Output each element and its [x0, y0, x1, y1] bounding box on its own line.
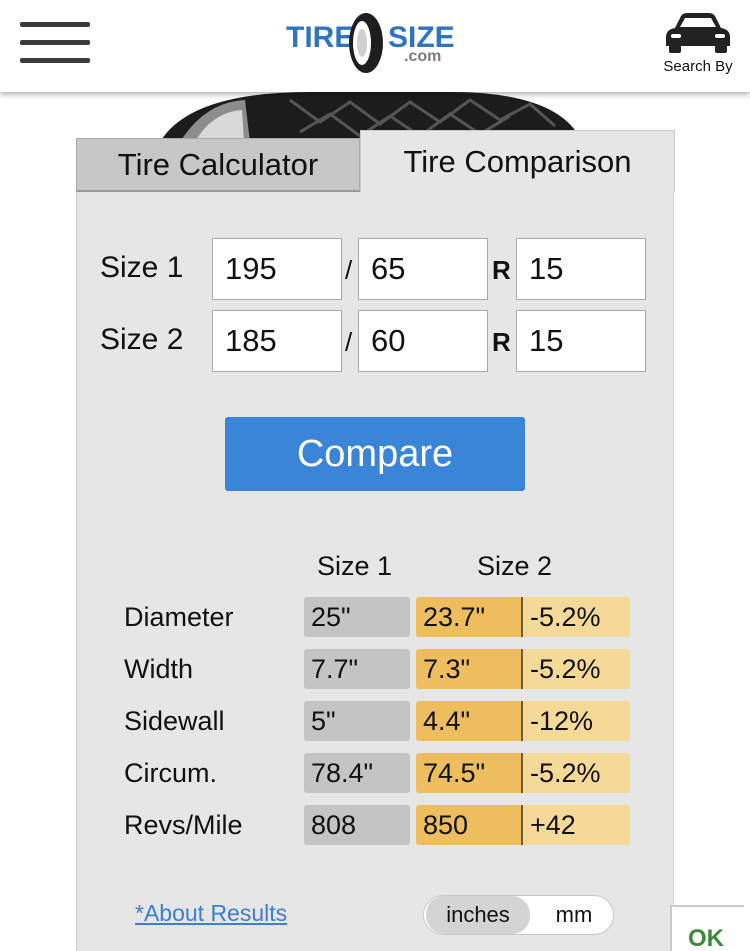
tiresize-logo[interactable]: TIRE SIZE .com [284, 10, 468, 76]
ok-button[interactable]: OK [670, 905, 744, 951]
size1-width-input[interactable] [212, 238, 342, 300]
result-sidewall-size1: 5" [304, 701, 410, 741]
result-width-size2: 7.3" [416, 649, 523, 689]
result-label-circumference: Circum. [124, 758, 217, 788]
size2-rim-input[interactable] [516, 310, 646, 372]
result-sidewall-size2: 4.4" [416, 701, 523, 741]
car-icon [666, 13, 730, 53]
size2-width-input[interactable] [212, 310, 342, 372]
unit-inches-option[interactable]: inches [426, 896, 530, 934]
compare-button[interactable]: Compare [225, 417, 525, 491]
result-label-sidewall: Sidewall [124, 706, 225, 736]
result-circumference-diff: -5.2% [523, 753, 630, 793]
tab-tire-calculator[interactable]: Tire Calculator [76, 138, 360, 192]
size1-r-label: R [492, 255, 511, 285]
result-width-size1: 7.7" [304, 649, 410, 689]
search-by-label: Search By [663, 58, 733, 75]
result-label-width: Width [124, 654, 194, 684]
tab-tire-comparison[interactable]: Tire Comparison [360, 130, 675, 192]
size2-ratio-input[interactable] [358, 310, 488, 372]
results-col-size2: Size 2 [477, 551, 553, 581]
result-width-diff: -5.2% [523, 649, 630, 689]
result-revs-size1: 808 [304, 805, 410, 845]
size1-label: Size 1 [100, 251, 184, 284]
result-sidewall-diff: -12% [523, 701, 630, 741]
size2-slash: / [345, 327, 353, 357]
app-header: TIRE SIZE .com Search By [0, 0, 750, 92]
size2-label: Size 2 [100, 323, 184, 356]
size2-r-label: R [492, 327, 511, 357]
result-diameter-size1: 25" [304, 597, 410, 637]
result-diameter-size2: 23.7" [416, 597, 523, 637]
result-revs-diff: +42 [523, 805, 630, 845]
result-circumference-size1: 78.4" [304, 753, 410, 793]
result-label-revs-per-mile: Revs/Mile [124, 810, 243, 840]
size1-ratio-input[interactable] [358, 238, 488, 300]
size1-rim-input[interactable] [516, 238, 646, 300]
results-col-size1: Size 1 [317, 551, 393, 581]
menu-icon[interactable] [20, 22, 90, 66]
size1-slash: / [345, 255, 353, 285]
unit-mm-option[interactable]: mm [534, 896, 614, 934]
tire-logo-icon [349, 13, 383, 73]
result-revs-size2: 850 [416, 805, 523, 845]
about-results-link[interactable]: *About Results [135, 900, 287, 927]
result-label-diameter: Diameter [124, 602, 234, 632]
search-by-button[interactable]: Search By [656, 12, 740, 82]
unit-toggle[interactable]: inches mm [423, 895, 614, 935]
result-diameter-diff: -5.2% [523, 597, 630, 637]
logo-domain-text: .com [404, 48, 442, 65]
result-circumference-size2: 74.5" [416, 753, 523, 793]
